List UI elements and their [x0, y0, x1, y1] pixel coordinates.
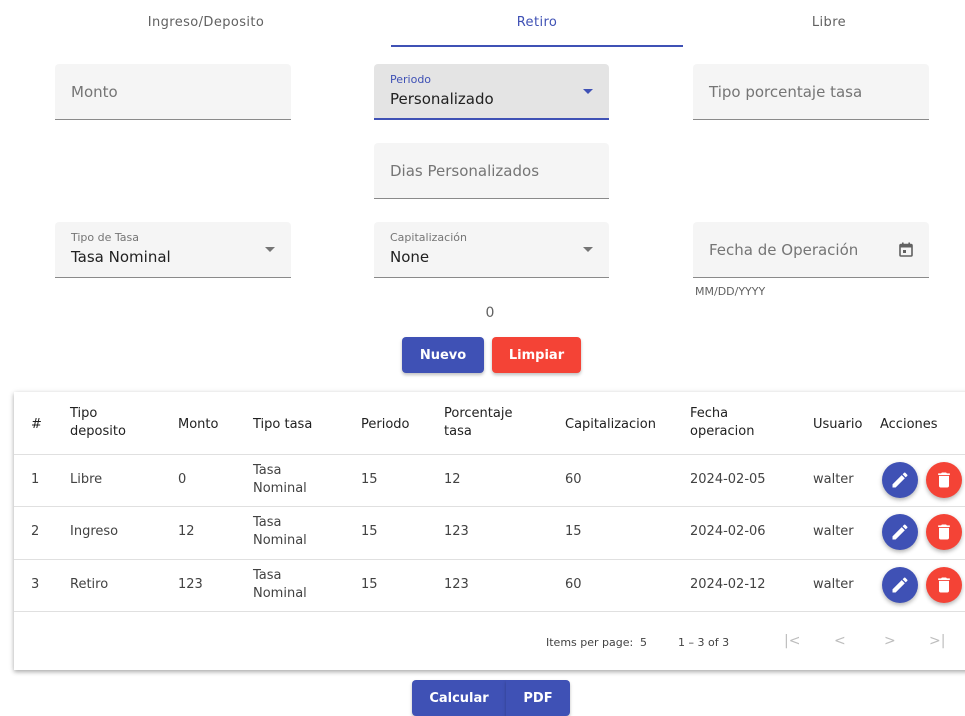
cell-tipo-tasa: Tasa Nominal [253, 463, 307, 496]
capitalizacion-value: None [390, 248, 430, 266]
edit-button[interactable] [882, 514, 918, 550]
cell-fecha: 2024-02-05 [690, 472, 766, 487]
cell-porcentaje: 12 [444, 472, 461, 487]
header-acciones: Acciones [880, 417, 938, 432]
periodo-select[interactable]: Periodo Personalizado [374, 64, 609, 120]
header-capitalizacion: Capitalizacion [565, 417, 656, 432]
first-page-icon[interactable]: |< [784, 633, 800, 649]
dropdown-arrow-icon [265, 247, 275, 252]
items-per-page-label: Items per page: [546, 636, 634, 649]
header-tipo-deposito: Tipo deposito [70, 406, 126, 439]
cell-capitalizacion: 60 [565, 472, 582, 487]
header-monto: Monto [178, 417, 219, 432]
header-porcentaje-tasa: Porcentaje tasa [444, 406, 513, 439]
nuevo-button[interactable]: Nuevo [402, 337, 484, 373]
page-range-label: 1 – 3 of 3 [678, 636, 730, 649]
cell-capitalizacion: 15 [565, 524, 582, 539]
cell-capitalizacion: 60 [565, 577, 582, 592]
cell-periodo: 15 [361, 524, 378, 539]
cell-num: 1 [31, 472, 40, 487]
cell-num: 2 [31, 524, 40, 539]
pdf-button[interactable]: PDF [506, 680, 570, 716]
tipo-porcentaje-tasa-placeholder: Tipo porcentaje tasa [709, 83, 863, 101]
active-tab-indicator [391, 45, 683, 47]
limpiar-button[interactable]: Limpiar [492, 337, 581, 373]
calendar-icon[interactable] [899, 242, 913, 261]
row-divider [14, 454, 965, 455]
edit-icon [892, 524, 908, 540]
cell-periodo: 15 [361, 577, 378, 592]
tipo-tasa-select[interactable]: Tipo de Tasa Tasa Nominal [55, 222, 291, 278]
dias-personalizados-field[interactable]: Dias Personalizados [374, 143, 609, 199]
header-usuario: Usuario [813, 417, 863, 432]
delete-icon [938, 577, 950, 593]
dias-personalizados-placeholder: Dias Personalizados [390, 162, 540, 180]
capitalizacion-select[interactable]: Capitalización None [374, 222, 609, 278]
monto-placeholder: Monto [71, 83, 118, 101]
cell-usuario: walter [813, 577, 854, 592]
cell-tipo-tasa: Tasa Nominal [253, 515, 307, 548]
row-divider [14, 506, 965, 507]
last-page-icon[interactable]: >| [929, 633, 945, 649]
delete-icon [938, 524, 950, 540]
delete-button[interactable] [926, 514, 962, 550]
header-num: # [31, 417, 42, 432]
row-divider [14, 611, 965, 612]
operations-table: # Tipo deposito Monto Tipo tasa Periodo P… [14, 392, 965, 670]
row-divider [14, 559, 965, 560]
monto-field[interactable]: Monto [55, 64, 291, 120]
periodo-value: Personalizado [390, 90, 494, 108]
header-fecha-operacion: Fecha operacion [690, 406, 755, 439]
edit-button[interactable] [882, 462, 918, 498]
header-tipo-tasa: Tipo tasa [253, 417, 313, 432]
fecha-operacion-field[interactable]: Fecha de Operación [693, 222, 929, 278]
periodo-label: Periodo [390, 73, 432, 86]
tipo-tasa-label: Tipo de Tasa [71, 231, 140, 244]
tab-retiro[interactable]: Retiro [391, 0, 683, 46]
next-page-icon[interactable]: > [884, 633, 896, 649]
cell-porcentaje: 123 [444, 577, 469, 592]
calcular-button[interactable]: Calcular [412, 680, 506, 716]
cell-monto: 0 [178, 472, 187, 487]
cell-tipo: Libre [70, 472, 103, 487]
edit-icon [892, 577, 908, 593]
dropdown-arrow-icon [583, 247, 593, 252]
fecha-operacion-placeholder: Fecha de Operación [709, 241, 859, 259]
cell-fecha: 2024-02-12 [690, 577, 766, 592]
previous-page-icon[interactable]: < [834, 633, 846, 649]
cell-monto: 123 [178, 577, 203, 592]
counter-value: 0 [485, 305, 495, 321]
tab-libre[interactable]: Libre [683, 0, 965, 46]
items-per-page-select[interactable]: 5 [640, 636, 647, 649]
cell-usuario: walter [813, 472, 854, 487]
capitalizacion-label: Capitalización [390, 231, 467, 244]
cell-usuario: walter [813, 524, 854, 539]
cell-monto: 12 [178, 524, 195, 539]
delete-button[interactable] [926, 567, 962, 603]
cell-porcentaje: 123 [444, 524, 469, 539]
cell-periodo: 15 [361, 472, 378, 487]
cell-tipo: Retiro [70, 577, 109, 592]
dropdown-arrow-icon [583, 89, 593, 94]
tab-ingreso-deposito[interactable]: Ingreso/Deposito [60, 0, 352, 46]
cell-tipo-tasa: Tasa Nominal [253, 568, 307, 601]
delete-icon [938, 472, 950, 488]
cell-fecha: 2024-02-06 [690, 524, 766, 539]
edit-button[interactable] [882, 567, 918, 603]
header-periodo: Periodo [361, 417, 410, 432]
cell-tipo: Ingreso [70, 524, 119, 539]
delete-button[interactable] [926, 462, 962, 498]
tipo-tasa-value: Tasa Nominal [71, 248, 171, 266]
fecha-format-hint: MM/DD/YYYY [695, 285, 766, 298]
cell-num: 3 [31, 577, 40, 592]
edit-icon [892, 472, 908, 488]
tipo-porcentaje-tasa-field[interactable]: Tipo porcentaje tasa [693, 64, 929, 120]
